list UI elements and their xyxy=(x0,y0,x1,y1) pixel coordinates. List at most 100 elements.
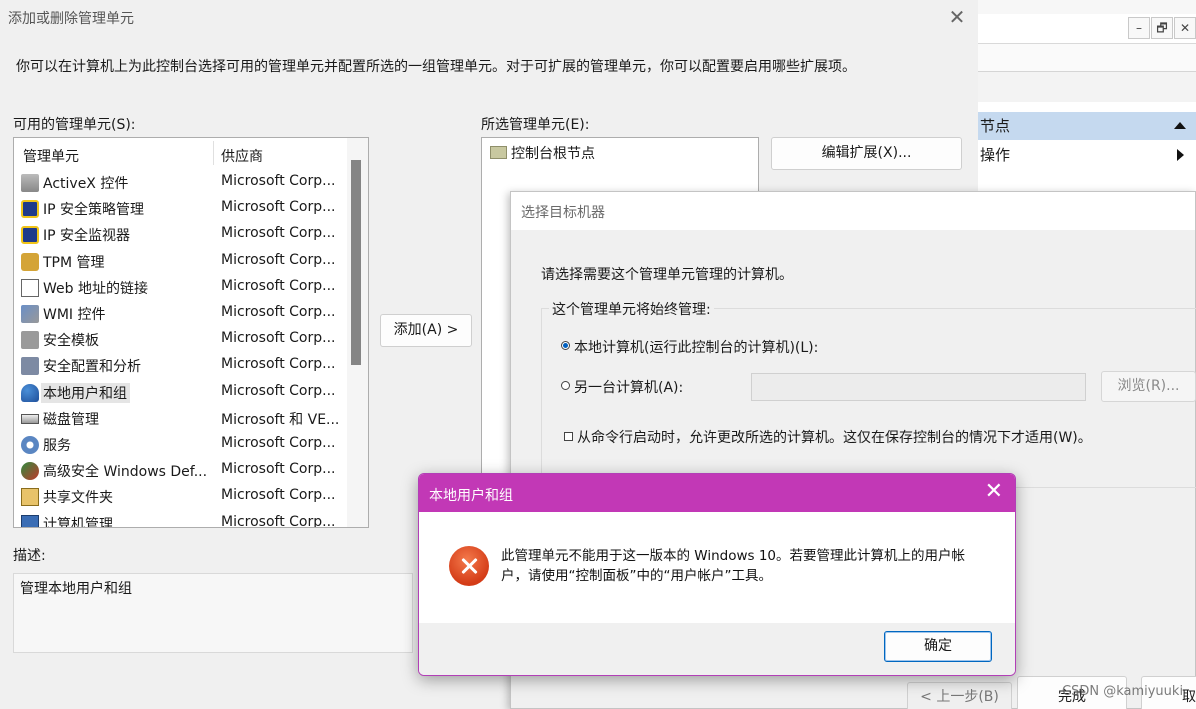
security-config-icon xyxy=(21,357,39,376)
snapin-row[interactable]: 共享文件夹 Microsoft Corp... xyxy=(14,483,347,509)
actions-more-item[interactable]: 操作 xyxy=(978,142,1196,168)
allow-change-label[interactable]: 从命令行启动时，允许更改所选的计算机。这仅在保存控制台的情况下才适用(W)。 xyxy=(577,427,1092,447)
browse-button[interactable]: 浏览(R)... xyxy=(1101,371,1196,402)
error-dialog: 本地用户和组 ✕ 此管理单元不能用于这一版本的 Windows 10。若要管理此… xyxy=(418,473,1016,676)
console-root-label: 控制台根节点 xyxy=(511,146,595,162)
snapin-name: 高级安全 Windows Def... xyxy=(43,464,208,481)
snapin-name: ActiveX 控件 xyxy=(43,176,129,192)
description-label: 描述: xyxy=(13,548,46,564)
snapin-vendor: Microsoft Corp... xyxy=(221,277,336,294)
selected-snapins-label: 所选管理单元(E): xyxy=(481,117,590,133)
watermark: CSDN @kamiyuuki xyxy=(1062,684,1184,699)
target-dialog-title: 选择目标机器 xyxy=(521,205,605,221)
snapin-row[interactable]: IP 安全策略管理 Microsoft Corp... xyxy=(14,195,347,221)
target-prompt: 请选择需要这个管理单元管理的计算机。 xyxy=(541,267,793,283)
snapin-row[interactable]: 安全模板 Microsoft Corp... xyxy=(14,326,347,352)
snapin-row[interactable]: 计算机管理 Microsoft Corp... xyxy=(14,510,347,528)
services-gear-icon xyxy=(21,436,39,454)
shared-folder-icon xyxy=(21,488,39,507)
snapin-row[interactable]: 高级安全 Windows Def... Microsoft Corp... xyxy=(14,457,347,483)
snapin-name: 安全配置和分析 xyxy=(43,359,141,376)
local-computer-radio[interactable] xyxy=(561,341,570,350)
snapin-name: Web 地址的链接 xyxy=(43,280,148,297)
snapin-row[interactable]: 本地用户和组 Microsoft Corp... xyxy=(14,379,347,405)
snapin-name: 磁盘管理 xyxy=(43,411,99,428)
other-computer-label[interactable]: 另一台计算机(A): xyxy=(574,377,683,397)
actions-item-label: 操作 xyxy=(980,146,1011,164)
snapin-vendor: Microsoft 和 VE... xyxy=(221,411,340,428)
other-computer-input[interactable] xyxy=(751,373,1086,401)
edit-extensions-button[interactable]: 编辑扩展(X)... xyxy=(771,137,962,170)
submenu-arrow-icon xyxy=(1177,149,1184,161)
mmc-window-controls: – 🗗 ✕ xyxy=(978,14,1196,44)
allow-change-checkbox[interactable] xyxy=(564,432,573,441)
snapin-vendor: Microsoft Corp... xyxy=(221,435,336,451)
snapin-vendor: Microsoft Corp... xyxy=(221,304,336,320)
snapin-name: 共享文件夹 xyxy=(43,490,113,507)
snapin-vendor: Microsoft Corp... xyxy=(221,330,336,347)
snapin-name: 本地用户和组 xyxy=(41,382,130,403)
close-icon[interactable]: ✕ xyxy=(1174,17,1196,39)
intro-text: 你可以在计算机上为此控制台选择可用的管理单元并配置所选的一组管理单元。对于可扩展… xyxy=(16,59,856,75)
ipsec-policy-icon xyxy=(21,200,39,219)
error-message: 此管理单元不能用于这一版本的 Windows 10。若要管理此计算机上的用户帐户… xyxy=(501,548,966,584)
snapin-row[interactable]: 安全配置和分析 Microsoft Corp... xyxy=(14,352,347,378)
available-snapins-label: 可用的管理单元(S): xyxy=(13,117,136,133)
computer-mgmt-icon xyxy=(21,514,39,527)
error-icon xyxy=(449,546,489,586)
disk-icon xyxy=(21,413,39,424)
users-groups-icon xyxy=(21,383,39,402)
mmc-toolbar xyxy=(978,44,1196,72)
snapin-vendor: Microsoft Corp... xyxy=(221,225,336,242)
snapin-vendor: Microsoft Corp... xyxy=(221,513,336,528)
ok-button[interactable]: 确定 xyxy=(884,631,992,662)
error-title: 本地用户和组 xyxy=(429,488,513,504)
wmi-icon xyxy=(21,305,39,323)
list-scrollbar-thumb[interactable] xyxy=(351,160,361,365)
snapin-name: 安全模板 xyxy=(43,333,99,350)
snapin-vendor: Microsoft Corp... xyxy=(221,382,336,399)
ipsec-monitor-icon xyxy=(21,226,39,245)
back-button[interactable]: < 上一步(B) xyxy=(907,682,1012,709)
snapin-name: TPM 管理 xyxy=(43,254,105,271)
snapin-name: 计算机管理 xyxy=(43,516,113,528)
snapin-row[interactable]: Web 地址的链接 Microsoft Corp... xyxy=(14,274,347,300)
minimize-icon[interactable]: – xyxy=(1128,17,1150,39)
collapse-up-icon[interactable] xyxy=(1174,122,1186,129)
target-dialog-titlebar: 选择目标机器 xyxy=(511,192,1195,230)
activex-icon xyxy=(21,174,39,192)
column-header-vendor[interactable]: 供应商 xyxy=(221,146,263,166)
column-header-name[interactable]: 管理单元 xyxy=(23,146,79,166)
firewall-icon xyxy=(21,462,39,481)
actions-header-label: 节点 xyxy=(980,117,1011,135)
snapin-name: IP 安全策略管理 xyxy=(43,202,145,219)
error-titlebar: 本地用户和组 ✕ xyxy=(419,474,1015,512)
close-icon[interactable]: ✕ xyxy=(985,480,1003,504)
actions-header[interactable]: 节点 xyxy=(978,112,1196,140)
snapin-vendor: Microsoft Corp... xyxy=(221,487,336,504)
description-box: 管理本地用户和组 xyxy=(13,573,413,653)
console-root-item[interactable]: 控制台根节点 xyxy=(490,143,595,163)
snapin-row[interactable]: ActiveX 控件 Microsoft Corp... xyxy=(14,169,347,195)
snapin-name: IP 安全监视器 xyxy=(43,228,131,245)
snapin-name: 服务 xyxy=(43,438,71,454)
close-icon[interactable]: ✕ xyxy=(946,6,968,28)
snapin-row[interactable]: TPM 管理 Microsoft Corp... xyxy=(14,248,347,274)
restore-icon[interactable]: 🗗 xyxy=(1151,17,1173,39)
snapin-row[interactable]: WMI 控件 Microsoft Corp... xyxy=(14,300,347,326)
local-computer-label[interactable]: 本地计算机(运行此控制台的计算机)(L): xyxy=(574,337,818,357)
description-text: 管理本地用户和组 xyxy=(20,581,132,597)
snapin-vendor: Microsoft Corp... xyxy=(221,251,336,268)
tpm-icon xyxy=(21,252,39,271)
snapin-row[interactable]: 服务 Microsoft Corp... xyxy=(14,431,347,457)
other-computer-radio[interactable] xyxy=(561,381,570,390)
add-button[interactable]: 添加(A) > xyxy=(380,314,472,347)
target-group-label: 这个管理单元将始终管理: xyxy=(549,299,714,319)
security-template-icon xyxy=(21,331,39,350)
list-header: 管理单元 供应商 xyxy=(14,138,347,168)
column-divider[interactable] xyxy=(213,141,214,165)
folder-icon xyxy=(490,146,507,159)
snapin-row[interactable]: IP 安全监视器 Microsoft Corp... xyxy=(14,221,347,247)
available-snapins-list[interactable]: 管理单元 供应商 ActiveX 控件 Microsoft Corp... IP 安… xyxy=(13,137,369,528)
snapin-row[interactable]: 磁盘管理 Microsoft 和 VE... xyxy=(14,405,347,431)
